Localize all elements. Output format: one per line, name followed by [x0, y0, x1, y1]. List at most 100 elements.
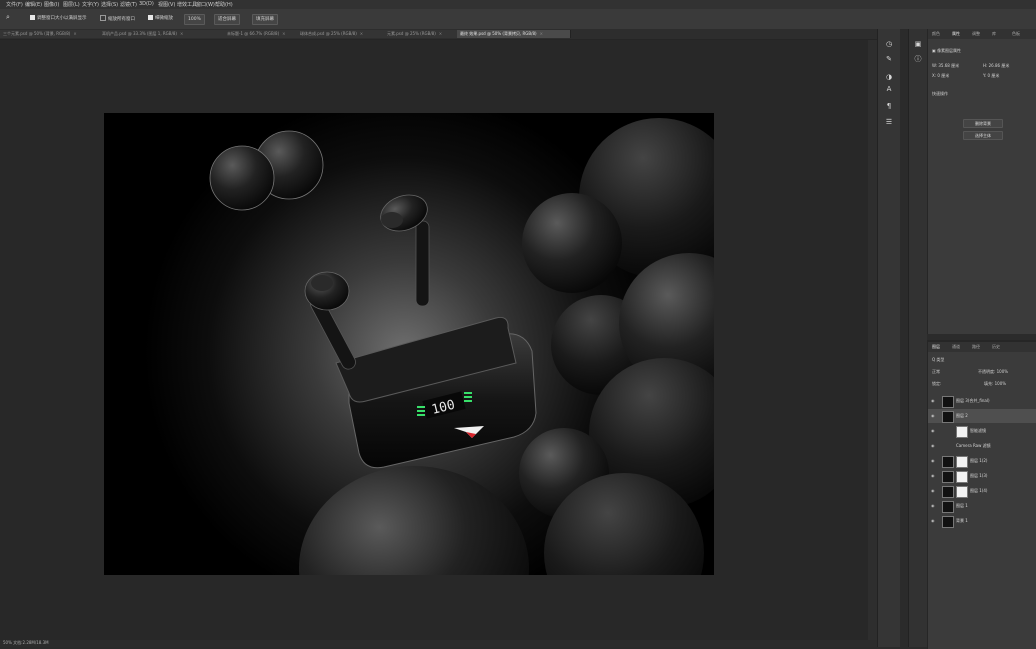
- panel-tab[interactable]: 历史: [992, 344, 1000, 350]
- layer-row[interactable]: ◉ 背景 1: [928, 514, 1036, 528]
- layer-name: Camera Raw 滤镜: [956, 443, 991, 448]
- visibility-eye-icon[interactable]: ◉: [931, 413, 936, 418]
- document-tab[interactable]: 最终 效果.psd @ 50% (背景拷贝, RGB/8) ×: [457, 30, 571, 38]
- panel-tab[interactable]: 调整: [972, 31, 980, 37]
- resize-windows-checkbox[interactable]: 调整窗口大小以满屏显示: [30, 15, 87, 21]
- layer-thumbnail: [942, 486, 954, 498]
- zoom-value-field[interactable]: 100%: [184, 14, 205, 25]
- layer-name: 图层 1(4): [970, 488, 988, 493]
- visibility-eye-icon[interactable]: ◉: [931, 458, 936, 463]
- layer-mask-thumbnail[interactable]: [956, 486, 968, 498]
- earbuds-product-render: 100: [104, 113, 714, 575]
- panel-tab[interactable]: 图层: [932, 344, 940, 350]
- menu-item[interactable]: 3D(D): [139, 1, 154, 7]
- close-tab-icon[interactable]: ×: [282, 31, 285, 36]
- close-tab-icon[interactable]: ×: [439, 31, 442, 36]
- panel-tab[interactable]: 色板: [1012, 31, 1020, 37]
- visibility-eye-icon[interactable]: ◉: [931, 473, 936, 478]
- libraries-icon[interactable]: ▣: [912, 39, 924, 49]
- layer-thumbnail: [942, 396, 954, 408]
- menu-item[interactable]: 视图(V): [158, 1, 175, 8]
- menu-item[interactable]: 文件(F): [6, 1, 23, 8]
- fit-screen-button[interactable]: 适合屏幕: [214, 14, 240, 25]
- document-tab-label: 球体合成.psd @ 25% (RGB/8): [300, 31, 357, 36]
- menu-item[interactable]: 滤镜(T): [120, 1, 137, 8]
- panel-tab[interactable]: 通道: [952, 344, 960, 350]
- fill-screen-button[interactable]: 填充屏幕: [252, 14, 278, 25]
- document-tab-label: 三个元素.psd @ 50% (背景, RGB/8): [3, 31, 71, 36]
- layer-kind-filter[interactable]: Q 类型: [932, 357, 944, 363]
- layer-thumbnail: [942, 411, 954, 423]
- y-field[interactable]: Y: 0 厘米: [983, 73, 999, 79]
- layer-mask-thumbnail[interactable]: [956, 471, 968, 483]
- panel-tab[interactable]: 路径: [972, 344, 980, 350]
- x-field[interactable]: X: 0 厘米: [932, 73, 949, 79]
- layer-name: 背景 1: [956, 518, 968, 523]
- menu-item[interactable]: 选择(S): [101, 1, 118, 8]
- paragraph-icon[interactable]: ¶: [883, 101, 895, 111]
- document-canvas[interactable]: 100: [104, 113, 714, 575]
- close-tab-icon[interactable]: ×: [540, 31, 543, 36]
- blend-mode-select[interactable]: 正常: [932, 369, 940, 375]
- vertical-scrollbar[interactable]: [868, 40, 877, 640]
- layer-thumbnail: [956, 426, 968, 438]
- visibility-eye-icon[interactable]: ◉: [931, 398, 936, 403]
- layer-name: 图层 1(2): [970, 458, 988, 463]
- visibility-eye-icon[interactable]: ◉: [931, 428, 936, 433]
- magnifier-icon[interactable]: ⌕: [6, 13, 10, 22]
- layer-thumbnail: [942, 501, 954, 513]
- adjust-icon[interactable]: ◑: [883, 72, 895, 82]
- menu-item[interactable]: 窗口(W): [196, 1, 215, 8]
- layer-row[interactable]: ◉ 图层 1: [928, 499, 1036, 513]
- brush-settings-icon[interactable]: ✎: [883, 54, 895, 64]
- width-field[interactable]: W: 35.68 厘米: [932, 63, 959, 69]
- panel-tab[interactable]: 颜色: [932, 31, 940, 37]
- layer-row[interactable]: ◉ 图层 1(3): [928, 469, 1036, 483]
- visibility-eye-icon[interactable]: ◉: [931, 443, 936, 448]
- layer-mask-thumbnail[interactable]: [956, 456, 968, 468]
- menu-item[interactable]: 帮助(H): [215, 1, 233, 8]
- visibility-eye-icon[interactable]: ◉: [931, 503, 936, 508]
- visibility-eye-icon[interactable]: ◉: [931, 488, 936, 493]
- remove-background-button[interactable]: 删除背景: [963, 119, 1003, 128]
- quick-actions-heading: 快速操作: [932, 91, 948, 96]
- layer-name: 图层 1: [956, 503, 968, 508]
- height-field[interactable]: H: 26.86 厘米: [983, 63, 1009, 69]
- close-tab-icon[interactable]: ×: [73, 31, 76, 36]
- document-tab[interactable]: 球体合成.psd @ 25% (RGB/8) ×: [297, 30, 387, 38]
- layer-row[interactable]: ◉ 图层 2: [928, 409, 1036, 423]
- battery-bars-left: [417, 406, 425, 416]
- options-bar: ⌕ 调整窗口大小以满屏显示 缩放所有窗口 细微缩放 100% 适合屏幕 填充屏幕: [0, 9, 1036, 30]
- document-tab[interactable]: 元素.psd @ 25% (RGB/8) ×: [384, 30, 460, 38]
- scrubby-zoom-checkbox[interactable]: 细微缩放: [148, 15, 173, 21]
- layer-thumbnail: [942, 456, 954, 468]
- fill-field[interactable]: 填充: 100%: [984, 381, 1006, 387]
- document-tab[interactable]: 三个元素.psd @ 50% (背景, RGB/8) ×: [0, 30, 102, 38]
- close-tab-icon[interactable]: ×: [180, 31, 183, 36]
- layer-row[interactable]: ◉ 图层 3(合并_final): [928, 394, 1036, 408]
- document-tab[interactable]: 未标题-1 @ 66.7% (RGB/8) ×: [224, 30, 300, 38]
- layer-row[interactable]: ◉ 图层 1(2): [928, 454, 1036, 468]
- properties-icon[interactable]: ☰: [883, 117, 895, 127]
- info-icon[interactable]: ⓘ: [912, 54, 924, 64]
- visibility-eye-icon[interactable]: ◉: [931, 518, 936, 523]
- menu-item[interactable]: 文字(Y): [82, 1, 99, 8]
- layer-thumbnail: [942, 471, 954, 483]
- document-tab[interactable]: 耳机产品.psd @ 33.3% (图层 1, RGB/8) ×: [99, 30, 227, 38]
- close-tab-icon[interactable]: ×: [360, 31, 363, 36]
- history-icon[interactable]: ◷: [883, 39, 895, 49]
- layer-row[interactable]: ◉ Camera Raw 滤镜: [928, 439, 1036, 453]
- layer-row[interactable]: ◉ 智能滤镜: [928, 424, 1036, 438]
- menu-item[interactable]: 增效工具: [177, 1, 197, 8]
- menu-item[interactable]: 图层(L): [63, 1, 80, 8]
- menu-item[interactable]: 图像(I): [44, 1, 59, 8]
- zoom-all-windows-checkbox[interactable]: 缩放所有窗口: [100, 15, 135, 22]
- layer-row[interactable]: ◉ 图层 1(4): [928, 484, 1036, 498]
- panel-tab[interactable]: 库: [992, 31, 996, 37]
- lock-controls[interactable]: 锁定:: [932, 381, 941, 387]
- character-icon[interactable]: A: [883, 84, 895, 94]
- select-subject-button[interactable]: 选择主体: [963, 131, 1003, 140]
- panel-tab[interactable]: 属性: [952, 31, 960, 37]
- opacity-field[interactable]: 不透明度: 100%: [978, 369, 1008, 375]
- menu-item[interactable]: 编辑(E): [25, 1, 42, 8]
